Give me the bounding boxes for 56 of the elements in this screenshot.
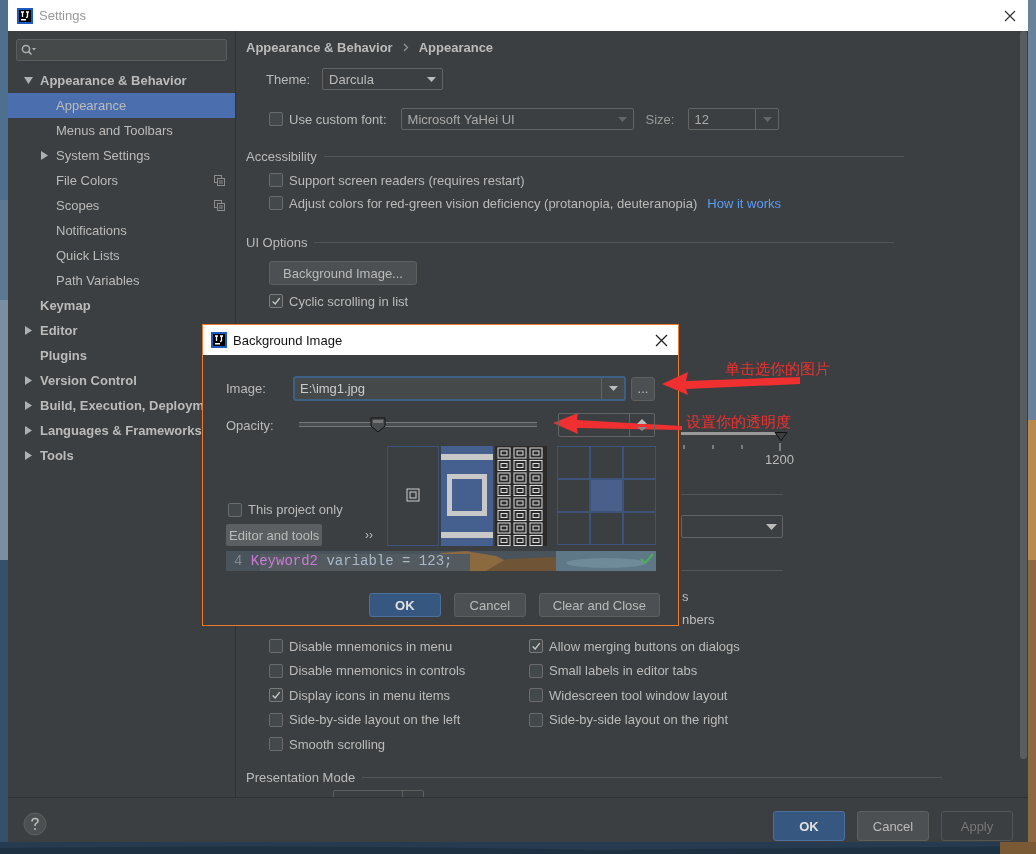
breadcrumb-item: Appearance & Behavior — [246, 39, 393, 55]
target-button[interactable]: Editor and tools — [226, 524, 323, 546]
sidebar-item[interactable]: File Colors — [8, 168, 235, 193]
theme-label: Theme: — [266, 71, 311, 87]
checkbox-label: Support screen readers (requires restart) — [289, 172, 525, 188]
slider-tick-label: 1200 — [765, 452, 794, 467]
code-sample: 4 Keyword2 variable = 123; — [234, 553, 453, 569]
browse-button[interactable]: ... — [631, 376, 655, 401]
checkbox-label: Adjust colors for red-green vision deficiency (protanopia, deuteranopia) — [289, 195, 698, 211]
checkbox-label: Widescreen tool window layout — [549, 687, 728, 703]
dialog-title: Background Image — [233, 332, 343, 348]
checkbox-label: Cyclic scrolling in list — [289, 293, 409, 309]
size-label: Size: — [645, 111, 675, 127]
more-button[interactable]: ›› — [365, 528, 373, 542]
sidebar-item[interactable]: Scopes — [8, 193, 235, 218]
checkbox-label: nbers — [682, 612, 715, 627]
sidebar-item[interactable]: Path Variables — [8, 268, 235, 293]
checkbox-label: Display icons in menu items — [289, 687, 451, 703]
theme-dropdown[interactable]: Darcula — [322, 68, 444, 90]
checkbox-label: Side-by-side layout on the left — [289, 712, 461, 728]
sidebar-item[interactable]: System Settings — [8, 143, 235, 168]
section-title: Accessibility — [246, 149, 317, 164]
checkbox-label: Disable mnemonics in controls — [289, 663, 466, 679]
size-dropdown[interactable]: 12 — [688, 108, 780, 130]
sidebar-item[interactable]: Menus and Toolbars — [8, 118, 235, 143]
checkbox-label: s — [682, 589, 689, 604]
background-image-button[interactable]: Background Image... — [269, 261, 417, 285]
sidebar-item[interactable]: Tools — [8, 443, 235, 468]
sidebar-item[interactable]: Quick Lists — [8, 243, 235, 268]
dialog-button[interactable]: Clear and Close — [538, 593, 660, 617]
image-path-field[interactable]: E:\img1.jpg — [293, 376, 626, 401]
section-title: Presentation Mode — [246, 769, 356, 785]
opacity-label: Opacity: — [226, 417, 275, 433]
checkbox-label: Small labels in editor tabs — [549, 663, 698, 679]
dialog-button[interactable]: OK — [368, 593, 441, 617]
sidebar-item[interactable]: Editor — [8, 318, 235, 343]
breadcrumb-item: Appearance — [418, 39, 494, 55]
image-label: Image: — [226, 381, 267, 396]
window-title: Settings — [39, 8, 86, 23]
annotation-text: 单击选你的图片 — [725, 362, 830, 377]
checkbox-label: Allow merging buttons on dialogs — [549, 638, 740, 654]
checkbox-label: Disable mnemonics in menu — [289, 638, 453, 654]
dialog-button[interactable]: Cancel — [857, 811, 929, 841]
font-dropdown[interactable]: Microsoft YaHei UI — [400, 108, 634, 130]
dialog-button[interactable]: Cancel — [453, 593, 526, 617]
checkbox-label: Use custom font: — [289, 111, 387, 127]
checkbox-label: This project only — [248, 502, 343, 517]
sidebar-item[interactable]: Keymap — [8, 293, 235, 318]
dialog-button[interactable]: OK — [773, 811, 845, 841]
checkbox-label: Smooth scrolling — [289, 736, 386, 752]
sidebar-item[interactable]: Notifications — [8, 218, 235, 243]
how-it-works-link[interactable]: How it works — [707, 195, 781, 211]
sidebar-item[interactable]: Appearance & Behavior — [8, 68, 235, 93]
section-title: UI Options — [246, 235, 308, 250]
annotation-text: 设置你的透明度 — [686, 415, 791, 430]
checkbox-label: Side-by-side layout on the right — [549, 712, 729, 728]
